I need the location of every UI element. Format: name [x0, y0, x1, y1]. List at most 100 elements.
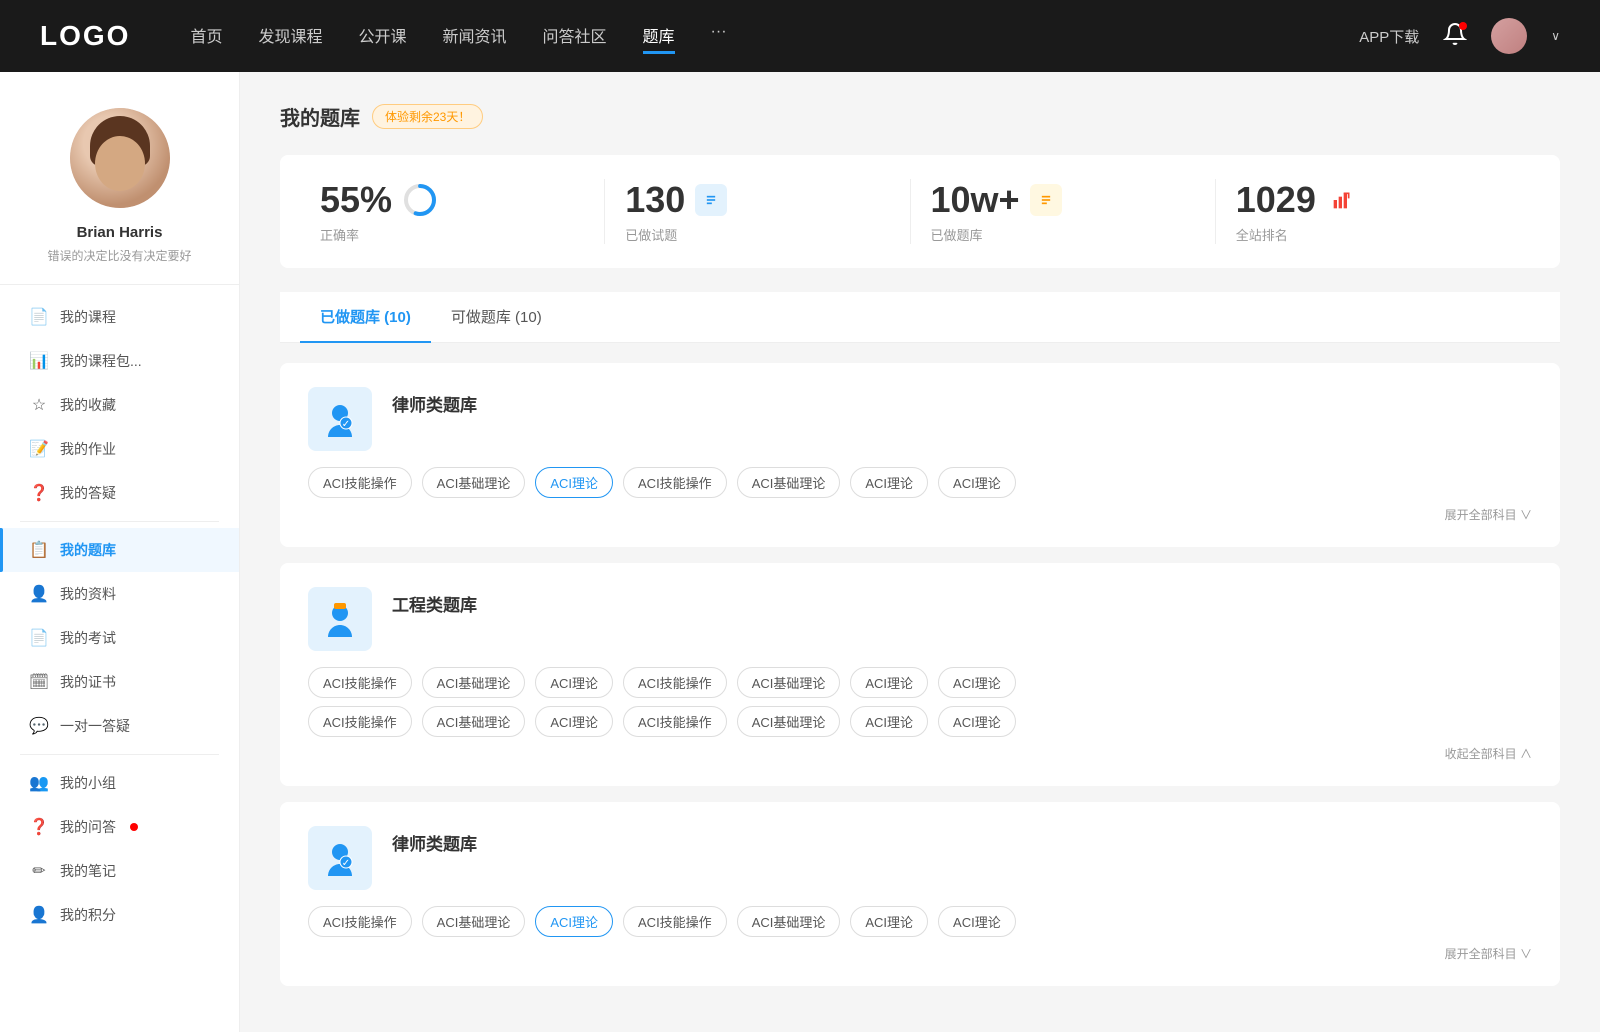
- sidebar-item-0[interactable]: 📄我的课程: [0, 295, 239, 339]
- stat-label-3: 全站排名: [1236, 225, 1358, 244]
- nav-item-6[interactable]: ···: [711, 19, 727, 54]
- tag-1-6[interactable]: ACI理论: [938, 667, 1016, 698]
- tag-extra-1-3[interactable]: ACI技能操作: [623, 706, 727, 737]
- sidebar-item-7[interactable]: 📄我的考试: [0, 616, 239, 660]
- sidebar-item-2[interactable]: ☆我的收藏: [0, 383, 239, 427]
- tag-1-5[interactable]: ACI理论: [850, 667, 928, 698]
- tag-extra-1-5[interactable]: ACI理论: [850, 706, 928, 737]
- tag-0-6[interactable]: ACI理论: [938, 467, 1016, 498]
- sidebar-icon-2: ☆: [30, 396, 48, 414]
- lawyer-icon: ✓: [320, 838, 360, 878]
- engineer-icon: [320, 599, 360, 639]
- sidebar-item-6[interactable]: 👤我的资料: [0, 572, 239, 616]
- sidebar-label-3: 我的作业: [60, 439, 116, 459]
- notification-bell[interactable]: [1443, 22, 1467, 51]
- stats-bar: 55% 正确率 130 已做试题 10w+: [280, 155, 1560, 268]
- app-download-link[interactable]: APP下载: [1359, 26, 1419, 47]
- tags-row-extra-1: ACI技能操作 ACI基础理论 ACI理论 ACI技能操作 ACI基础理论 ACI理论 AC…: [308, 706, 1532, 737]
- stat-icon-orange: [1030, 184, 1062, 216]
- sidebar-item-4[interactable]: ❓ 我的答疑: [0, 471, 239, 515]
- tag-2-4[interactable]: ACI基础理论: [737, 906, 841, 937]
- user-menu-chevron[interactable]: ∨: [1551, 29, 1560, 43]
- tab-item-0[interactable]: 已做题库 (10): [300, 292, 431, 343]
- tag-0-2[interactable]: ACI理论: [535, 467, 613, 498]
- stat-value-1: 130 已做试题: [625, 179, 727, 244]
- tag-2-1[interactable]: ACI基础理论: [422, 906, 526, 937]
- nav-item-4[interactable]: 问答社区: [543, 19, 607, 54]
- nav-item-3[interactable]: 新闻资讯: [443, 19, 507, 54]
- tag-0-5[interactable]: ACI理论: [850, 467, 928, 498]
- tag-1-0[interactable]: ACI技能操作: [308, 667, 412, 698]
- stat-item-1: 130 已做试题: [605, 179, 910, 244]
- stat-item-2: 10w+ 已做题库: [911, 179, 1216, 244]
- stat-number-2: 10w+: [931, 179, 1020, 221]
- tag-0-3[interactable]: ACI技能操作: [623, 467, 727, 498]
- qbank-list: ✓ 律师类题库 ACI技能操作 ACI基础理论 ACI理论 ACI技能操作 ACI基础理…: [280, 363, 1560, 986]
- tag-2-0[interactable]: ACI技能操作: [308, 906, 412, 937]
- sidebar-icon-5: 📋: [30, 541, 48, 559]
- expand-link-2[interactable]: 展开全部科目 ∨: [308, 945, 1532, 962]
- qbank-header-0: ✓ 律师类题库: [308, 387, 1532, 451]
- tag-2-3[interactable]: ACI技能操作: [623, 906, 727, 937]
- logo[interactable]: LOGO: [40, 20, 130, 52]
- qbank-icon-0: ✓: [308, 387, 372, 451]
- nav-item-0[interactable]: 首页: [190, 19, 222, 54]
- stat-number-3: 1029: [1236, 179, 1316, 221]
- sidebar-item-10[interactable]: 👥我的小组: [0, 761, 239, 805]
- stat-value-3: 1029 全站排名: [1236, 179, 1358, 244]
- svg-text:✓: ✓: [342, 858, 350, 869]
- qbank-header-1: 工程类题库: [308, 587, 1532, 651]
- sidebar-item-13[interactable]: 👤我的积分: [0, 893, 239, 937]
- tag-extra-1-6[interactable]: ACI理论: [938, 706, 1016, 737]
- bell-badge: [1459, 22, 1467, 30]
- qbank-tags-0: ACI技能操作 ACI基础理论 ACI理论 ACI技能操作 ACI基础理论 ACI理论 AC…: [308, 467, 1532, 498]
- tag-1-4[interactable]: ACI基础理论: [737, 667, 841, 698]
- stat-item-0: 55% 正确率: [320, 179, 605, 244]
- qbank-icon-1: [308, 587, 372, 651]
- nav-item-2[interactable]: 公开课: [358, 19, 406, 54]
- nav-item-5[interactable]: 题库: [643, 19, 675, 54]
- tag-0-4[interactable]: ACI基础理论: [737, 467, 841, 498]
- qbank-icon-2: ✓: [308, 826, 372, 890]
- tag-0-1[interactable]: ACI基础理论: [422, 467, 526, 498]
- tag-extra-1-1[interactable]: ACI基础理论: [422, 706, 526, 737]
- tag-2-6[interactable]: ACI理论: [938, 906, 1016, 937]
- sidebar-icon-9: 💬: [30, 717, 48, 735]
- sidebar-item-1[interactable]: 📊我的课程包...: [0, 339, 239, 383]
- sidebar-label-5: 我的题库: [60, 540, 116, 560]
- tab-item-1[interactable]: 可做题库 (10): [431, 292, 562, 343]
- tag-extra-1-0[interactable]: ACI技能操作: [308, 706, 412, 737]
- tag-2-5[interactable]: ACI理论: [850, 906, 928, 937]
- tag-1-2[interactable]: ACI理论: [535, 667, 613, 698]
- sidebar-label-8: 我的证书: [60, 672, 116, 692]
- expand-link-0[interactable]: 展开全部科目 ∨: [308, 506, 1532, 523]
- tag-extra-1-4[interactable]: ACI基础理论: [737, 706, 841, 737]
- sidebar-item-8[interactable]: 🗓我的证书: [0, 660, 239, 704]
- sidebar-icon-11: ❓: [30, 818, 48, 836]
- sidebar-item-9[interactable]: 💬一对一答疑: [0, 704, 239, 748]
- sidebar-icon-13: 👤: [30, 906, 48, 924]
- tag-0-0[interactable]: ACI技能操作: [308, 467, 412, 498]
- sidebar-item-5[interactable]: 📋 我的题库: [0, 528, 239, 572]
- tag-1-1[interactable]: ACI基础理论: [422, 667, 526, 698]
- stat-number-0: 55%: [320, 179, 392, 221]
- nav-menu: 首页 发现课程 公开课 新闻资讯 问答社区 题库 ···: [190, 19, 1359, 54]
- tag-1-3[interactable]: ACI技能操作: [623, 667, 727, 698]
- page-title: 我的题库: [280, 102, 360, 131]
- stat-label-0: 正确率: [320, 225, 438, 244]
- nav-item-1[interactable]: 发现课程: [258, 19, 322, 54]
- user-avatar[interactable]: [1491, 18, 1527, 54]
- tag-2-2[interactable]: ACI理论: [535, 906, 613, 937]
- sidebar-item-3[interactable]: 📝我的作业: [0, 427, 239, 471]
- main-content: 我的题库 体验剩余23天！ 55% 正确率 130 已做试题: [240, 72, 1600, 1032]
- expand-link-1[interactable]: 收起全部科目 ∧: [308, 745, 1532, 762]
- tag-extra-1-2[interactable]: ACI理论: [535, 706, 613, 737]
- sidebar-item-12[interactable]: ✏我的笔记: [0, 849, 239, 893]
- sidebar-item-11[interactable]: ❓ 我的问答: [0, 805, 239, 849]
- qbank-header-2: ✓ 律师类题库: [308, 826, 1532, 890]
- sidebar-icon-4: ❓: [30, 484, 48, 502]
- sidebar-label-4: 我的答疑: [60, 483, 116, 503]
- sidebar-label-11: 我的问答: [60, 817, 116, 837]
- qbank-info-2: 律师类题库: [392, 826, 477, 855]
- sidebar: Brian Harris 错误的决定比没有决定要好 📄我的课程📊我的课程包...…: [0, 72, 240, 1032]
